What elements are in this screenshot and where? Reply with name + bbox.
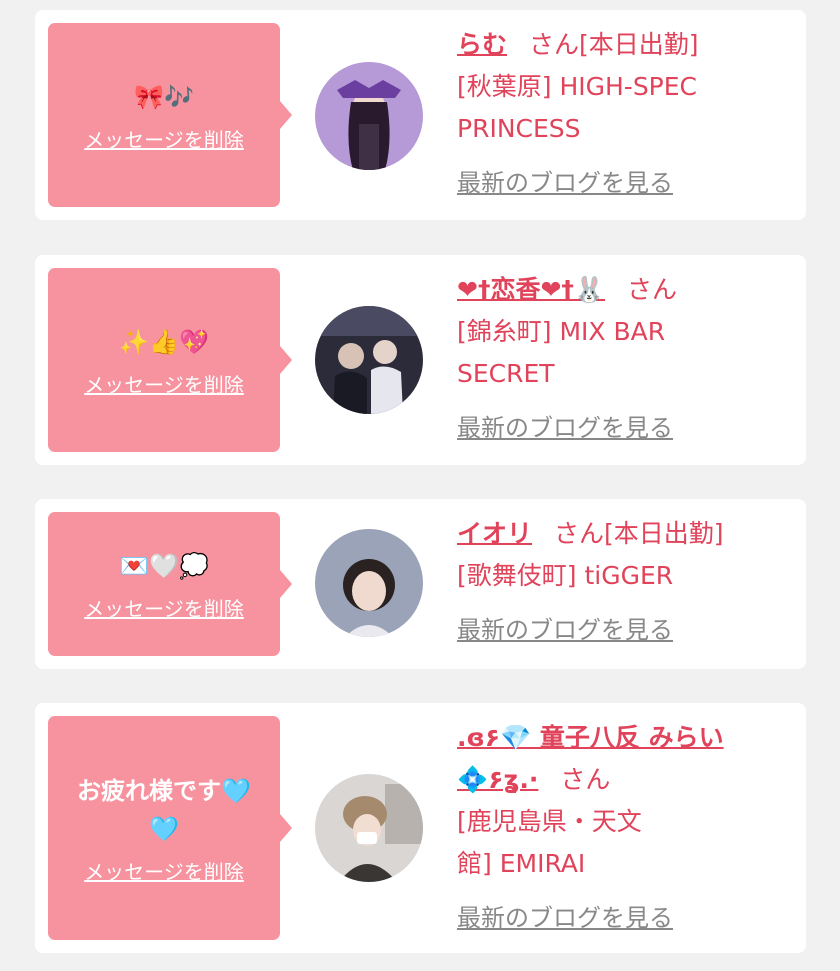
cast-name-link[interactable]: ❤︎†恋香❤︎†🐰 [457,275,605,304]
shop-name: [鹿児島県・天文館] EMIRAI [457,807,642,878]
avatar-photo [315,774,423,882]
cast-suffix: さん [627,275,678,304]
avatar[interactable] [315,306,423,414]
message-bubble: 💌🤍💭 メッセージを削除 [48,512,292,656]
message-bubble: ✨👍💖 メッセージを削除 [48,268,292,452]
message-bubble: お疲れ様です🩵🩵 メッセージを削除 [48,716,292,940]
message-card: お疲れ様です🩵🩵 メッセージを削除 .ɞ۶💎 童子八反 みらい💠۶ʓ.· さん [… [35,703,806,953]
avatar[interactable] [315,529,423,637]
avatar-photo [315,62,423,170]
avatar[interactable] [315,774,423,882]
cast-header: イオリ さん[本日出勤] [457,513,776,555]
cast-header: .ɞ۶💎 童子八反 みらい💠۶ʓ.· さん [457,717,757,801]
delete-message-link[interactable]: メッセージを削除 [84,593,244,622]
shop-name: [秋葉原] HIGH-SPEC PRINCESS [457,72,698,143]
message-text: ✨👍💖 [119,327,209,356]
avatar-photo [315,306,423,414]
cast-name-link[interactable]: らむ [457,30,507,59]
latest-blog-link[interactable]: 最新のブログを見る [457,897,776,939]
delete-message-link[interactable]: メッセージを削除 [84,369,244,398]
cast-name-link[interactable]: イオリ [457,519,532,548]
latest-blog-link[interactable]: 最新のブログを見る [457,609,776,651]
message-bubble: 🎀🎶 メッセージを削除 [48,23,292,207]
shop-name: [歌舞伎町] tiGGER [457,561,674,590]
message-card: ✨👍💖 メッセージを削除 ❤︎†恋香❤︎†🐰 さん [錦糸町] MIX BAR S… [35,255,806,465]
cast-suffix: さん[本日出勤] [554,519,724,548]
cast-info: らむ さん[本日出勤] [秋葉原] HIGH-SPEC PRINCESS 最新のブ… [457,24,776,204]
message-text: お疲れ様です🩵🩵 [77,776,251,843]
cast-suffix: さん [560,765,611,794]
latest-blog-link[interactable]: 最新のブログを見る [457,407,776,449]
avatar[interactable] [315,62,423,170]
cast-header: ❤︎†恋香❤︎†🐰 さん [457,269,776,311]
avatar-photo [315,529,423,637]
delete-message-link[interactable]: メッセージを削除 [84,856,244,885]
cast-suffix: さん[本日出勤] [529,30,699,59]
message-card: 💌🤍💭 メッセージを削除 イオリ さん[本日出勤] [歌舞伎町] tiGGER 最… [35,499,806,669]
message-text: 💌🤍💭 [119,551,209,580]
delete-message-link[interactable]: メッセージを削除 [84,124,244,153]
cast-info: ❤︎†恋香❤︎†🐰 さん [錦糸町] MIX BAR SECRET 最新のブログを… [457,269,776,449]
message-text: 🎀🎶 [134,82,194,111]
message-card: 🎀🎶 メッセージを削除 らむ さん[本日出勤] [秋葉原] HIGH-SPEC P… [35,10,806,220]
cast-header: らむ さん[本日出勤] [457,24,776,66]
cast-info: .ɞ۶💎 童子八反 みらい💠۶ʓ.· さん [鹿児島県・天文館] EMIRAI 最… [457,717,776,939]
shop-name: [錦糸町] MIX BAR SECRET [457,317,666,388]
latest-blog-link[interactable]: 最新のブログを見る [457,162,776,204]
cast-info: イオリ さん[本日出勤] [歌舞伎町] tiGGER 最新のブログを見る [457,513,776,651]
